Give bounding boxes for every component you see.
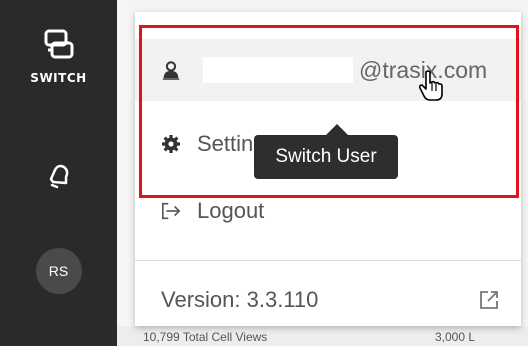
email-redacted-area bbox=[203, 57, 353, 83]
logout-label: Logout bbox=[197, 198, 265, 223]
footer-left-text: 10,799 Total Cell Views bbox=[143, 330, 268, 344]
logout-icon bbox=[161, 201, 181, 221]
divider bbox=[135, 260, 521, 261]
version-row: Version: 3.3.110 bbox=[135, 270, 521, 330]
logout-item[interactable]: Logout bbox=[135, 180, 521, 242]
notifications-button[interactable] bbox=[0, 160, 117, 195]
bell-icon bbox=[44, 160, 74, 195]
user-switch-icon bbox=[161, 60, 181, 80]
switch-button[interactable]: SWITCH bbox=[0, 28, 117, 85]
version-label: Version: 3.3.110 bbox=[161, 287, 319, 312]
switch-label: SWITCH bbox=[30, 71, 87, 85]
switch-windows-icon bbox=[42, 28, 76, 67]
switch-user-item[interactable]: @trasix.com bbox=[135, 39, 521, 101]
avatar: RS bbox=[35, 248, 82, 294]
gear-icon bbox=[161, 134, 181, 154]
sidebar: SWITCH RS bbox=[0, 0, 117, 346]
hand-pointer-icon bbox=[418, 70, 444, 107]
user-avatar-button[interactable]: RS bbox=[0, 248, 117, 294]
tooltip-arrow bbox=[326, 124, 348, 135]
external-link-icon[interactable] bbox=[479, 290, 499, 316]
switch-user-tooltip: Switch User bbox=[254, 135, 398, 179]
footer-right-text: 3,000 L bbox=[435, 330, 476, 344]
